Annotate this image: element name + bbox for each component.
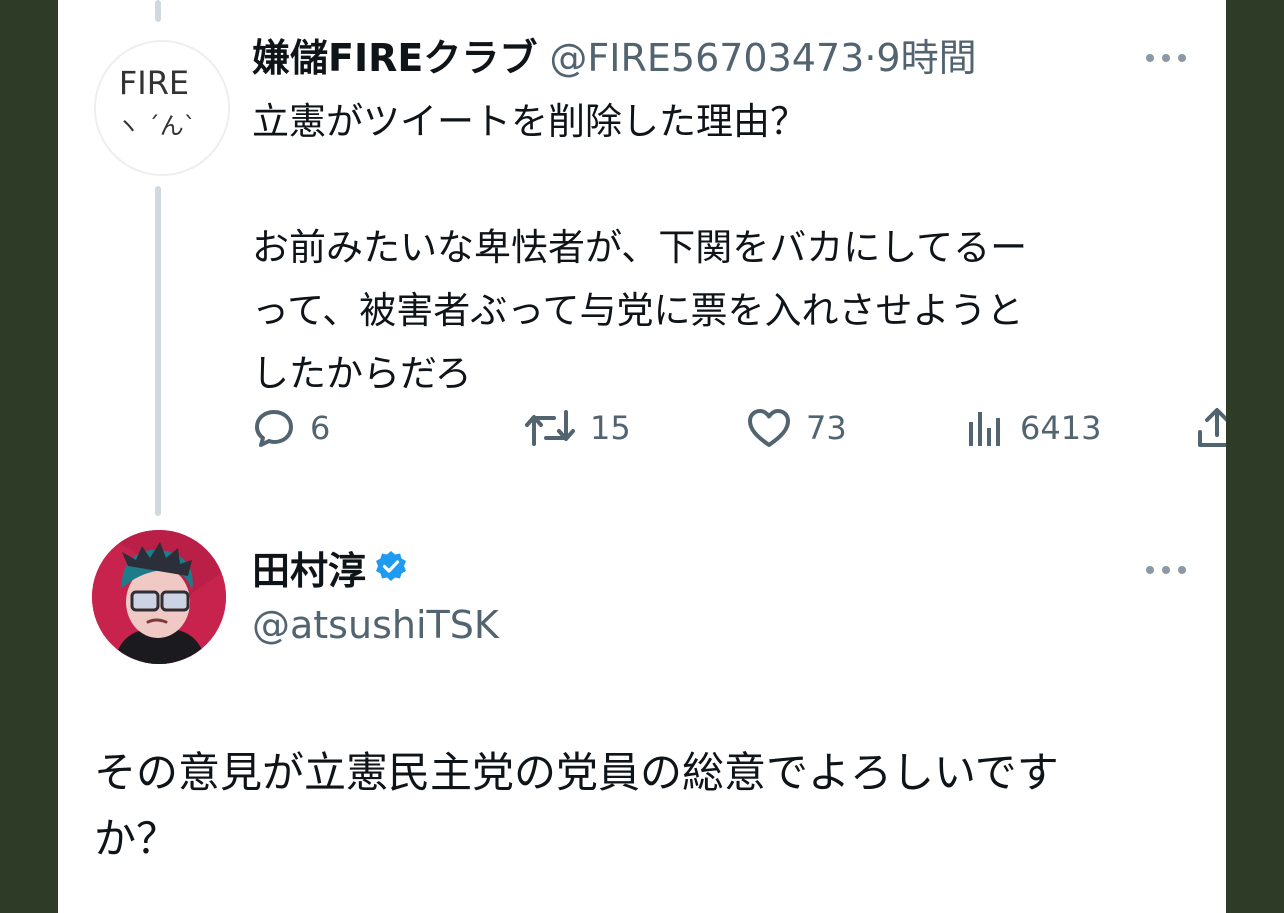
reply-text-line: って、被害者ぶって与党に票を入れさせようと: [252, 289, 1024, 332]
views-icon: [969, 412, 1000, 446]
reply-icon: [255, 410, 293, 447]
header-separator: ·: [864, 36, 877, 80]
reply-tweet-text: 立憲がツイートを削除した理由？ お前みたいな卑怯者が、下関をバカにしてるー って…: [252, 90, 1172, 405]
main-display-name[interactable]: 田村淳: [252, 544, 366, 598]
main-handle[interactable]: @atsushiTSK: [252, 598, 499, 652]
share-button[interactable]: [1194, 398, 1226, 458]
reply-display-name[interactable]: 嫌儲FIREクラブ: [252, 36, 537, 80]
views-count: 6413: [1020, 409, 1102, 447]
tweet-card: FIRE ヽ ´ん` 嫌儲FIREクラブ @FIRE56703473·9時間 立…: [58, 0, 1226, 913]
verified-badge-icon: [374, 544, 408, 598]
main-tweet-author: 田村淳: [252, 544, 408, 598]
main-tweet-text: その意見が立憲民主党の党員の総意でよろしいです か？: [94, 740, 1204, 872]
reply-text-line: 立憲がツイートを削除した理由？: [252, 100, 807, 143]
main-text-line: か？: [94, 814, 179, 863]
reply-time[interactable]: 9時間: [876, 36, 976, 80]
avatar-text-bottom: ヽ ´ん`: [116, 112, 196, 140]
reply-count: 6: [310, 409, 331, 447]
like-icon: [748, 409, 790, 447]
fire-club-avatar[interactable]: FIRE ヽ ´ん`: [94, 40, 230, 176]
thread-line: [155, 186, 161, 516]
thread-line-top: [155, 0, 161, 22]
tamura-atsushi-avatar[interactable]: [92, 530, 226, 664]
main-text-line: その意見が立憲民主党の党員の総意でよろしいです: [94, 748, 1059, 797]
reply-text-line: したからだろ: [252, 352, 472, 395]
like-button[interactable]: 73: [746, 398, 847, 458]
retweet-count: 15: [590, 409, 631, 447]
avatar-text-top: FIRE: [119, 64, 189, 102]
like-count: 73: [806, 409, 847, 447]
more-icon[interactable]: [1144, 563, 1188, 577]
reply-tweet-header: 嫌儲FIREクラブ @FIRE56703473·9時間: [252, 30, 977, 86]
views-button[interactable]: 6413: [966, 398, 1101, 458]
share-icon: [1198, 408, 1226, 447]
more-icon[interactable]: [1144, 51, 1188, 65]
action-bar: 6 15 73 6413: [252, 398, 1226, 458]
reply-button[interactable]: 6: [252, 398, 330, 458]
retweet-icon: [525, 410, 575, 446]
retweet-button[interactable]: 15: [524, 398, 631, 458]
reply-handle[interactable]: @FIRE56703473: [549, 36, 864, 80]
reply-text-line: お前みたいな卑怯者が、下関をバカにしてるー: [252, 226, 1028, 269]
